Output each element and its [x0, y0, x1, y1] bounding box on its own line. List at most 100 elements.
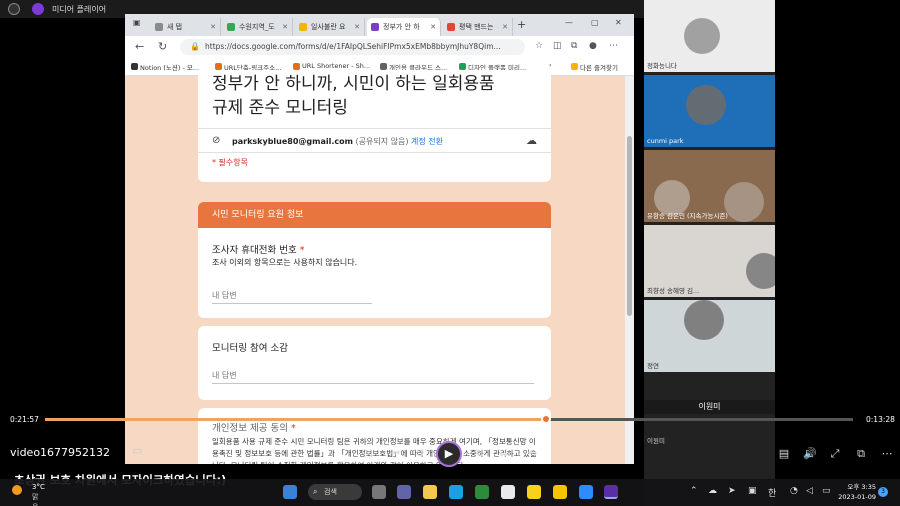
- taskbar-search[interactable]: ⌕ 검색: [308, 484, 362, 500]
- sun-icon: [12, 485, 22, 495]
- comment-icon[interactable]: ▭: [132, 444, 142, 457]
- video-name: video1677952132: [10, 446, 111, 459]
- back-icon[interactable]: [8, 3, 20, 15]
- blurred-face: [686, 85, 726, 125]
- notion-icon: [131, 63, 138, 70]
- zoom-icon[interactable]: [579, 485, 593, 499]
- tab-close-icon[interactable]: ✕: [210, 18, 216, 36]
- tab-label: 평택 맨드는: [459, 23, 494, 31]
- more-menu-icon[interactable]: ⋯: [609, 41, 618, 51]
- tab-close-icon[interactable]: ✕: [354, 18, 360, 36]
- mini-player-icon[interactable]: ⧉: [853, 447, 869, 461]
- new-tab-icon[interactable]: +: [517, 18, 526, 31]
- ime-indicator[interactable]: 한: [768, 486, 776, 499]
- weather-condition: 맑음: [32, 493, 39, 506]
- seek-handle[interactable]: [540, 414, 551, 424]
- media-player-logo-icon: [32, 3, 44, 15]
- play-button[interactable]: ▶: [436, 441, 462, 467]
- divider: [198, 128, 551, 129]
- remaining-time: 0:13:28: [866, 415, 895, 424]
- favorite-star-icon[interactable]: ☆: [535, 41, 543, 51]
- cloud-tray-icon[interactable]: ☁: [708, 486, 717, 496]
- refresh-icon[interactable]: ↻: [158, 40, 167, 53]
- bookmarks-overflow-icon[interactable]: ›: [549, 61, 552, 69]
- elapsed-time: 0:21:57: [10, 415, 39, 424]
- edge-icon[interactable]: [449, 485, 463, 499]
- tab-favicon: [155, 23, 163, 31]
- participant-name: 유항승 김은민 (지속가능시즌): [647, 212, 728, 220]
- task-view-icon[interactable]: [372, 485, 386, 499]
- subtitles-icon[interactable]: ▤: [776, 447, 792, 460]
- repeat-icon[interactable]: ⟲: [524, 447, 540, 460]
- design-platform-icon: [459, 63, 466, 70]
- question-phone-card: 조사자 휴대전화 번호 * 조사 이외의 항목으로는 사용하지 않습니다. 내 …: [198, 228, 551, 318]
- link-icon: [293, 63, 300, 70]
- participant-name: 최향성 송혜영 김...: [647, 287, 700, 295]
- tab-suwon[interactable]: 수원지역_도 ✕: [223, 18, 293, 36]
- app-tray-icon[interactable]: ▣: [748, 486, 757, 496]
- battery-icon[interactable]: ▭: [822, 486, 831, 496]
- rewind-10-icon[interactable]: ↺: [412, 447, 428, 460]
- app-icon[interactable]: [475, 485, 489, 499]
- more-options-icon[interactable]: ⋯: [879, 447, 895, 460]
- question-description: 조사 이외의 항목으로는 사용하지 않습니다.: [212, 258, 358, 267]
- tab-ilsa[interactable]: 일사불란 요 ✕: [295, 18, 365, 36]
- notification-badge[interactable]: 3: [878, 487, 888, 497]
- chat-icon[interactable]: [397, 485, 411, 499]
- address-bar: ← ↻ 🔒 https://docs.google.com/forms/d/e/…: [125, 36, 634, 58]
- url-field[interactable]: 🔒 https://docs.google.com/forms/d/e/1FAI…: [180, 39, 525, 55]
- kakaotalk-icon[interactable]: [527, 485, 541, 499]
- tab-close-icon[interactable]: ✕: [430, 18, 436, 36]
- browser-maximize-icon[interactable]: ▢: [591, 18, 599, 27]
- page-scrollbar[interactable]: [625, 76, 634, 464]
- wifi-icon[interactable]: ◔: [790, 486, 798, 496]
- notes-icon[interactable]: [553, 485, 567, 499]
- browser-close-icon[interactable]: ✕: [615, 18, 622, 27]
- forward-30-icon[interactable]: ↻: [472, 447, 488, 460]
- tab-favicon: [371, 23, 379, 31]
- tab-close-icon[interactable]: ✕: [502, 18, 508, 36]
- previous-icon[interactable]: ⏮: [387, 447, 403, 461]
- browser-window: ▣ 새 탭 ✕ 수원지역_도 ✕ 일사불란 요 ✕ 정부가 안 하 ✕ 평택 맨…: [125, 14, 634, 464]
- bookmark-notion[interactable]: Notion (노션) - 모...: [131, 62, 199, 72]
- back-arrow-icon[interactable]: ←: [135, 40, 144, 53]
- bookmark-other-favorites[interactable]: 다른 즐겨찾기: [571, 62, 618, 72]
- bookmark-label: 다른 즐겨찾기: [580, 64, 618, 72]
- store-icon[interactable]: [501, 485, 515, 499]
- start-icon[interactable]: [283, 485, 297, 499]
- impression-answer-input[interactable]: 내 답변: [212, 370, 534, 384]
- speaker-icon[interactable]: ◁: [806, 486, 813, 496]
- phone-answer-input[interactable]: 내 답변: [212, 290, 372, 304]
- clock-date: 2023-01-09: [838, 493, 876, 501]
- fullscreen-icon[interactable]: ⤢: [827, 447, 843, 461]
- clock[interactable]: 오후 3:35 2023-01-09: [836, 482, 876, 502]
- media-player-icon[interactable]: [604, 485, 618, 499]
- account-email: parkskyblue80@gmail.com: [232, 137, 353, 146]
- seek-bar[interactable]: [45, 414, 853, 424]
- tray-overflow-icon[interactable]: ⌃: [690, 486, 698, 496]
- hidden-eye-icon: ⊘: [212, 135, 221, 146]
- question-title: 조사자 휴대전화 번호 *: [212, 242, 304, 256]
- bookmark-label: URL Shortener - Sh...: [302, 62, 371, 70]
- shuffle-icon[interactable]: ⤨: [360, 447, 376, 461]
- profile-icon[interactable]: ●: [589, 41, 597, 51]
- scrollbar-thumb[interactable]: [627, 136, 632, 316]
- volume-icon[interactable]: 🔊: [802, 447, 818, 460]
- location-icon[interactable]: ➤: [728, 486, 736, 496]
- tab-new[interactable]: 새 탭 ✕: [151, 18, 221, 36]
- participant-name: 정화능니다: [647, 62, 677, 70]
- switch-account-link[interactable]: 계정 전환: [411, 137, 443, 146]
- tab-close-icon[interactable]: ✕: [282, 18, 288, 36]
- tab-actions-icon[interactable]: ▣: [133, 18, 141, 27]
- tab-form-active[interactable]: 정부가 안 하 ✕: [367, 18, 441, 36]
- browser-minimize-icon[interactable]: —: [565, 18, 573, 27]
- split-screen-icon[interactable]: ◫: [553, 41, 562, 51]
- next-icon[interactable]: ⏭: [497, 447, 513, 461]
- tab-pyeongtaek[interactable]: 평택 맨드는 ✕: [443, 18, 513, 36]
- collections-icon[interactable]: ⧉: [571, 41, 577, 51]
- search-label: 검색: [324, 488, 337, 496]
- blurred-face: [724, 182, 764, 222]
- file-explorer-icon[interactable]: [423, 485, 437, 499]
- player-controls: 0:21:57 0:13:28 video1677952132 ▭ ⤨ ⏮ ↺ …: [0, 408, 900, 468]
- bookmark-url-shortener[interactable]: URL Shortener - Sh...: [293, 62, 370, 70]
